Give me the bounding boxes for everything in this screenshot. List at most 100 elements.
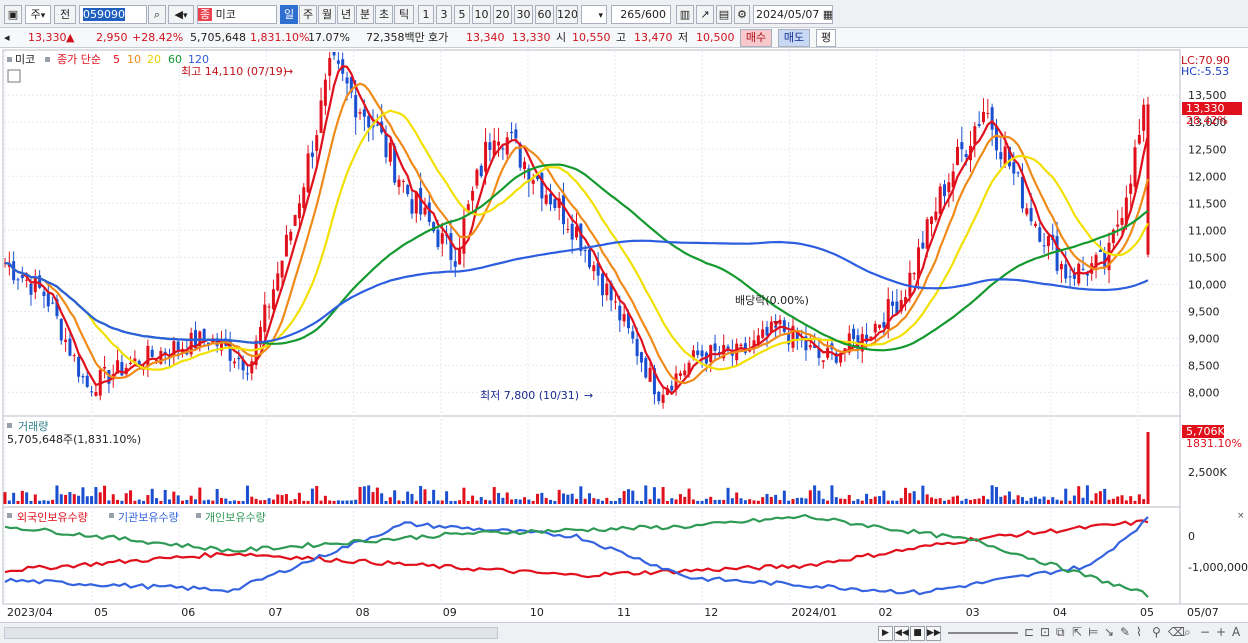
count-120-button[interactable]: 120 [556, 5, 578, 24]
period-minute-button[interactable]: 분 [356, 5, 374, 24]
period-combo[interactable]: 주 [25, 5, 51, 24]
volume-bar-113 [492, 487, 496, 504]
candle-body-145 [631, 331, 635, 339]
candle-body-15 [68, 338, 72, 356]
x-label-2: 06 [181, 606, 195, 619]
period-day-button[interactable]: 일 [280, 5, 298, 24]
gear-icon[interactable]: ⚙ [734, 5, 750, 24]
fib-tool-icon[interactable]: ⊨ [1088, 625, 1098, 639]
plus-icon[interactable]: + [1216, 625, 1226, 639]
volume-bar-248 [1077, 486, 1081, 504]
period-tick-button[interactable]: 틱 [394, 5, 414, 24]
count-10-button[interactable]: 10 [472, 5, 491, 24]
scroll-track[interactable] [4, 627, 498, 639]
bar-count-field[interactable]: 265/600 [611, 5, 671, 24]
candle-body-89 [388, 142, 392, 162]
copy-tool-icon[interactable]: ⧉ [1056, 625, 1065, 640]
scroll-right-icon[interactable]: ▶ [878, 626, 893, 641]
volume-bar-242 [1051, 497, 1055, 504]
volume-bar-23 [103, 485, 107, 504]
count-30-button[interactable]: 30 [514, 5, 533, 24]
calendar-icon[interactable]: ▦ [823, 8, 832, 21]
collapse-icon[interactable]: ◂ [4, 30, 10, 46]
brush-tool-icon[interactable]: ⚲ [1152, 625, 1161, 639]
date-field[interactable]: 2024/05/07 ▦ [753, 5, 833, 24]
save-icon[interactable]: ▤ [716, 5, 732, 24]
table-icon[interactable] [7, 69, 21, 83]
volume-bar-47 [206, 499, 210, 504]
volume-bar-52 [228, 500, 232, 504]
line-tool-icon[interactable]: ↘ [1104, 625, 1114, 639]
speaker-icon[interactable]: ◀ [168, 5, 194, 24]
period-tick-label: 틱 [398, 8, 410, 21]
candle-body-222 [964, 153, 968, 158]
count-60-button[interactable]: 60 [535, 5, 554, 24]
volume-bar-15 [68, 492, 72, 504]
volume-bar-151 [657, 498, 661, 504]
stock-chart[interactable]: 미코 종가 단순 5 10 20 60 12 0 최고 14,110 (07/19… [0, 48, 1248, 622]
volume-bar-211 [917, 500, 921, 504]
eval-button[interactable]: 평 [816, 29, 836, 47]
volume-bar-63 [276, 494, 280, 504]
candle-body-189 [821, 360, 825, 362]
prev-label: 전 [59, 8, 71, 21]
period-day-label: 일 [283, 8, 295, 21]
period-second-button[interactable]: 초 [375, 5, 393, 24]
zoom-slider[interactable] [948, 632, 1018, 634]
volume-bar-119 [518, 499, 522, 504]
move-tool-icon[interactable]: ⇱ [1072, 625, 1082, 639]
pencil-tool-icon[interactable]: ✎ [1120, 625, 1130, 639]
period-month-button[interactable]: 월 [318, 5, 336, 24]
volume-bar-207 [899, 498, 903, 504]
volume-bar-196 [852, 500, 856, 504]
volume-bar-48 [211, 500, 215, 504]
volume-bar-120 [523, 497, 527, 504]
candle-icon[interactable]: ▥ [676, 5, 694, 24]
minus-icon[interactable]: − [1200, 625, 1210, 639]
candle-body-81 [354, 95, 358, 118]
buy-button[interactable]: 매수 [740, 29, 772, 47]
period-year-button[interactable]: 년 [337, 5, 355, 24]
volume-value: 5,705,648주(1,831.10%) [7, 433, 141, 446]
count-3-button[interactable]: 3 [436, 5, 452, 24]
trend-line-icon[interactable]: ↗ [696, 5, 714, 24]
stop-icon[interactable]: ■ [910, 626, 925, 641]
scroll-first-icon[interactable]: ◀◀ [894, 626, 909, 641]
candle-body-257 [1116, 224, 1120, 227]
font-size-icon[interactable]: A [1232, 625, 1240, 639]
candle-body-258 [1120, 217, 1124, 225]
volume-bar-237 [1029, 497, 1033, 504]
count-5-button[interactable]: 5 [454, 5, 470, 24]
period-tool-icon[interactable]: ⊡ [1040, 625, 1050, 639]
stock-code-input[interactable]: 059090 [79, 5, 147, 24]
volume-bar-75 [328, 500, 332, 504]
max-annotation: 최고 14,110 (07/19) [181, 65, 287, 78]
volume-bar-135 [587, 493, 591, 504]
stock-name-field[interactable]: 종 미코 [197, 5, 277, 24]
panel-close-icon[interactable]: × [1237, 511, 1245, 521]
chart-settings-icon[interactable]: ▣ [4, 5, 22, 24]
prev-button[interactable]: 전 [54, 5, 76, 24]
volume-bar-37 [163, 489, 167, 504]
candle-body-10 [46, 293, 50, 307]
zoom-icon[interactable]: ⌕ [1184, 625, 1191, 640]
tool-icon[interactable]: ⌇ [1136, 625, 1142, 639]
candle-body-233 [1012, 162, 1016, 174]
period-week-button[interactable]: 주 [299, 5, 317, 24]
volume-bar-129 [562, 493, 566, 504]
count-20-label: 20 [495, 8, 510, 21]
count-combo[interactable] [581, 5, 607, 24]
trend-tool-icon[interactable]: ⊏ [1024, 625, 1034, 639]
count-1-button[interactable]: 1 [418, 5, 434, 24]
current-price-pct: 28.42% [1186, 114, 1228, 127]
volume-bar-34 [150, 488, 154, 504]
count-20-button[interactable]: 20 [493, 5, 512, 24]
volume-pct: 1,831.10% [250, 31, 310, 44]
search-icon[interactable]: ⌕ [148, 5, 166, 24]
candle-body-11 [51, 302, 55, 304]
eraser-tool-icon[interactable]: ⌫ [1168, 625, 1185, 639]
scroll-last-icon[interactable]: ▶▶ [926, 626, 941, 641]
volume-bar-176 [765, 493, 769, 504]
change-pct: +28.42% [132, 31, 184, 44]
sell-button[interactable]: 매도 [778, 29, 810, 47]
